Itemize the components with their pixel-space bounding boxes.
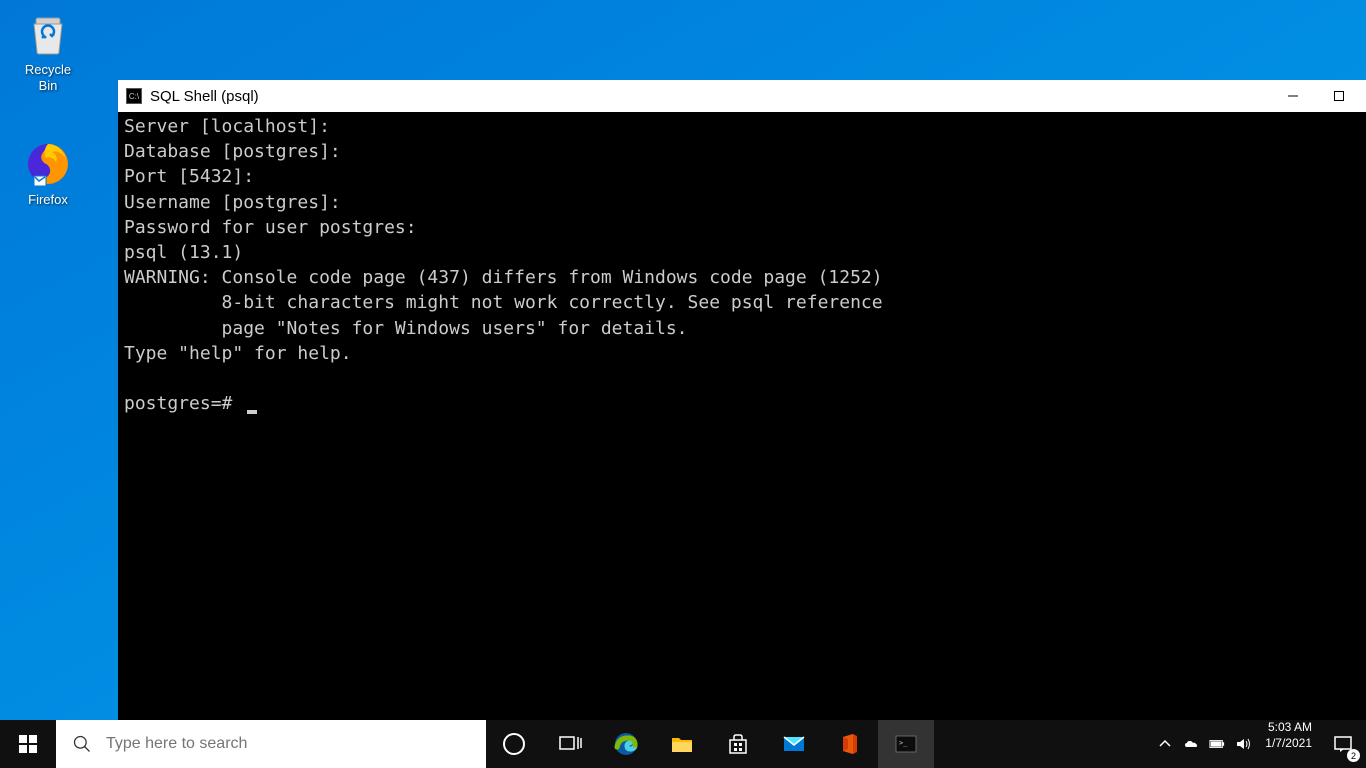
onedrive-tray-icon[interactable] <box>1183 736 1199 752</box>
tray-chevron-up-icon[interactable] <box>1157 736 1173 752</box>
taskbar-clock[interactable]: 5:03 AM 1/7/2021 <box>1257 720 1320 768</box>
system-tray <box>1151 720 1257 768</box>
search-icon <box>72 734 92 754</box>
office-taskbar-icon[interactable] <box>822 720 878 768</box>
taskbar: >_ 5:03 AM 1/7/2021 2 <box>0 720 1366 768</box>
search-input[interactable] <box>106 735 470 753</box>
terminal-title-icon: C:\ <box>126 88 142 104</box>
minimize-button[interactable] <box>1270 81 1316 111</box>
notifications-button[interactable]: 2 <box>1320 720 1366 768</box>
task-view-button[interactable] <box>542 720 598 768</box>
volume-tray-icon[interactable] <box>1235 736 1251 752</box>
recycle-bin-desktop-icon[interactable]: RecycleBin <box>8 10 88 93</box>
recycle-bin-label: RecycleBin <box>25 62 71 93</box>
mail-taskbar-icon[interactable] <box>766 720 822 768</box>
terminal-cursor <box>247 410 257 414</box>
window-title: SQL Shell (psql) <box>150 88 1262 105</box>
notification-badge: 2 <box>1347 749 1360 762</box>
task-icons: >_ <box>486 720 934 768</box>
windows-icon <box>19 735 37 753</box>
start-button[interactable] <box>0 720 56 768</box>
battery-tray-icon[interactable] <box>1209 736 1225 752</box>
edge-taskbar-icon[interactable] <box>598 720 654 768</box>
firefox-icon <box>24 140 72 188</box>
title-bar[interactable]: C:\ SQL Shell (psql) <box>118 80 1366 112</box>
firefox-desktop-icon[interactable]: Firefox <box>8 140 88 208</box>
recycle-bin-icon <box>24 10 72 58</box>
microsoft-store-taskbar-icon[interactable] <box>710 720 766 768</box>
cortana-button[interactable] <box>486 720 542 768</box>
firefox-label: Firefox <box>28 192 68 208</box>
search-box[interactable] <box>56 720 486 768</box>
window-controls <box>1270 81 1362 111</box>
clock-time: 5:03 AM <box>1265 720 1312 736</box>
terminal-body[interactable]: Server [localhost]: Database [postgres]:… <box>118 112 1366 720</box>
terminal-taskbar-icon[interactable]: >_ <box>878 720 934 768</box>
terminal-window: C:\ SQL Shell (psql) Server [localhost]:… <box>118 80 1366 720</box>
file-explorer-taskbar-icon[interactable] <box>654 720 710 768</box>
svg-text:>_: >_ <box>899 739 908 747</box>
clock-date: 1/7/2021 <box>1265 736 1312 752</box>
maximize-button[interactable] <box>1316 81 1362 111</box>
